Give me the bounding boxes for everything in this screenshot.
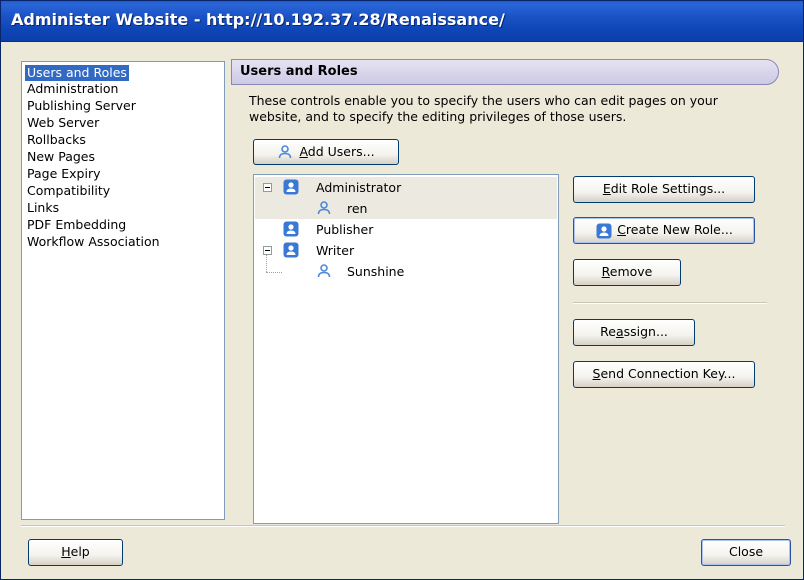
- nav-item-administration[interactable]: Administration: [25, 81, 120, 97]
- roles-users-tree[interactable]: Administrator ren Publisher Writer Sunsh…: [253, 174, 559, 524]
- nav-item-page-expiry[interactable]: Page Expiry: [25, 166, 102, 182]
- role-label: Publisher: [316, 222, 374, 237]
- role-icon: [283, 242, 299, 258]
- close-button[interactable]: Close: [701, 539, 791, 566]
- tree-user-sunshine[interactable]: Sunshine: [255, 261, 557, 282]
- edit-role-settings-button[interactable]: Edit Role Settings...: [573, 176, 755, 203]
- help-button[interactable]: Help: [28, 539, 123, 566]
- reassign-button[interactable]: Reassign...: [573, 319, 695, 346]
- user-icon: [317, 201, 331, 215]
- nav-item-links[interactable]: Links: [25, 200, 61, 216]
- role-icon: [596, 223, 612, 239]
- nav-item-compatibility[interactable]: Compatibility: [25, 183, 112, 199]
- user-label: ren: [347, 201, 368, 216]
- collapse-icon[interactable]: [263, 183, 272, 192]
- tree-role-publisher[interactable]: Publisher: [255, 219, 557, 240]
- add-users-button[interactable]: Add Users...: [253, 139, 399, 165]
- user-icon: [317, 264, 331, 278]
- role-icon: [283, 179, 299, 195]
- administer-website-dialog: Administer Website - http://10.192.37.28…: [0, 0, 804, 580]
- remove-button[interactable]: Remove: [573, 259, 681, 286]
- footer-divider: [21, 525, 785, 527]
- section-header: Users and Roles: [231, 59, 779, 85]
- user-icon: [278, 145, 292, 159]
- role-label: Writer: [316, 243, 355, 258]
- settings-category-list[interactable]: Users and Roles Administration Publishin…: [21, 61, 225, 520]
- nav-item-publishing-server[interactable]: Publishing Server: [25, 98, 138, 114]
- send-connection-key-button[interactable]: Send Connection Key...: [573, 361, 755, 388]
- nav-item-workflow-association[interactable]: Workflow Association: [25, 234, 162, 250]
- section-description: These controls enable you to specify the…: [249, 93, 718, 124]
- window-title: Administer Website - http://10.192.37.28…: [11, 10, 505, 29]
- collapse-icon[interactable]: [263, 246, 272, 255]
- nav-item-users-and-roles[interactable]: Users and Roles: [25, 65, 129, 81]
- nav-item-rollbacks[interactable]: Rollbacks: [25, 132, 88, 148]
- button-group-divider: [573, 302, 767, 304]
- tree-user-ren[interactable]: ren: [255, 198, 557, 219]
- role-label: Administrator: [316, 180, 402, 195]
- nav-item-web-server[interactable]: Web Server: [25, 115, 101, 131]
- user-label: Sunshine: [347, 264, 405, 279]
- section-title: Users and Roles: [240, 64, 358, 79]
- tree-role-administrator[interactable]: Administrator: [255, 177, 557, 198]
- role-icon: [283, 221, 299, 237]
- tree-role-writer[interactable]: Writer: [255, 240, 557, 261]
- create-new-role-button[interactable]: Create New Role...: [573, 217, 755, 244]
- title-bar[interactable]: Administer Website - http://10.192.37.28…: [1, 1, 803, 42]
- nav-item-pdf-embedding[interactable]: PDF Embedding: [25, 217, 128, 233]
- nav-item-new-pages[interactable]: New Pages: [25, 149, 97, 165]
